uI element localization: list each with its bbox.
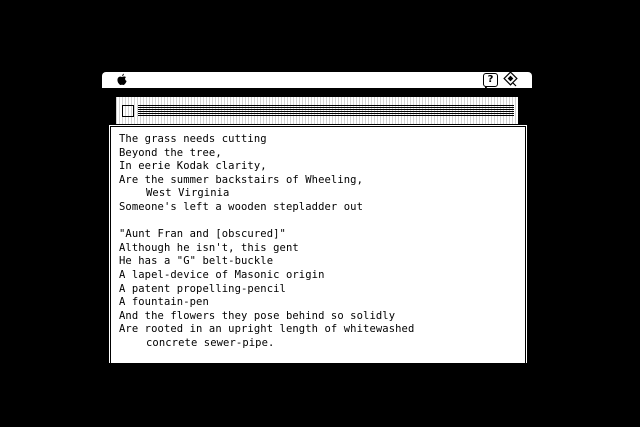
text-line: West Virginia [146,187,230,200]
balloon-help-icon[interactable]: ? [483,73,498,90]
application-menu-icon[interactable] [503,71,518,87]
document-window[interactable]: The grass needs cutting Beyond the tree,… [108,124,528,364]
text-line: Although he isn't, this gent [119,241,299,254]
text-line: Someone's left a wooden stepladder out [119,200,364,213]
menu-bar: ? [102,71,532,90]
text-line: Are rooted in an upright length of white… [119,323,415,336]
desktop: ? The grass needs cutting Beyond the tre… [0,0,640,427]
text-line: The grass needs cutting [119,133,267,145]
text-line: Beyond the tree, [119,146,222,159]
text-line: Are the summer backstairs of Wheeling, [119,173,364,186]
text-line: In eerie Kodak clarity, [119,160,267,173]
text-line: A patent propelling-pencil [119,282,286,295]
text-line: concrete sewer-pipe. [146,336,275,349]
text-line: "Aunt Fran and [obscured]" [119,228,286,241]
background-window[interactable] [116,97,518,127]
text-line: A lapel-device of Masonic origin [119,268,325,281]
text-line: And the flowers they pose behind so soli… [119,309,396,322]
document-text[interactable]: The grass needs cutting Beyond the tree,… [119,133,523,351]
apple-icon[interactable] [116,73,128,86]
text-line: A fountain-pen [119,296,209,309]
text-line: He has a "G" belt-buckle [119,255,274,268]
dither-texture [116,97,518,127]
document-frame: The grass needs cutting Beyond the tree,… [110,126,526,363]
